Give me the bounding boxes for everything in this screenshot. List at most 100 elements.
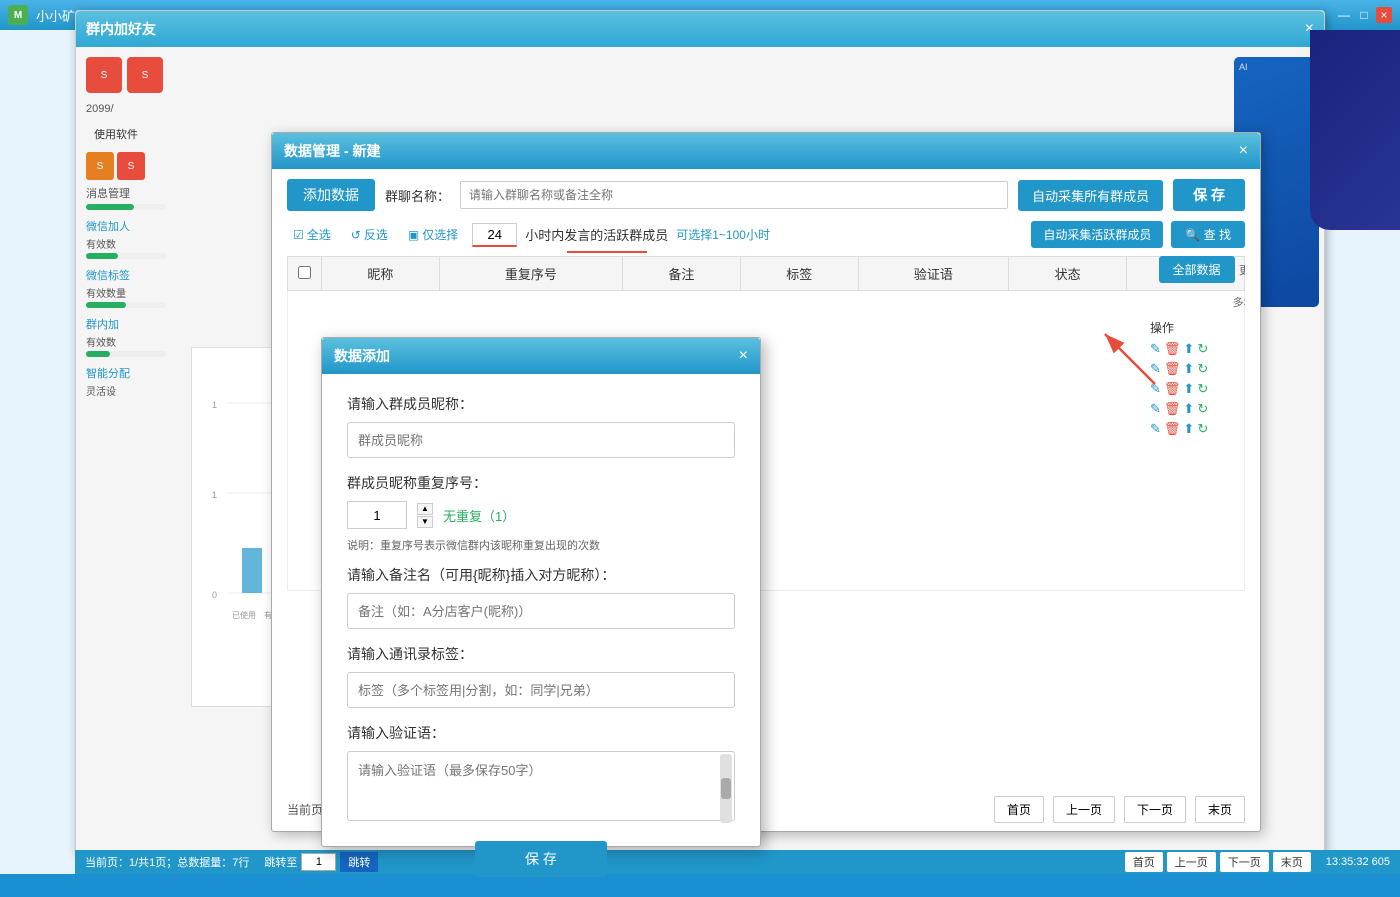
refresh-btn-4[interactable]: ↻ xyxy=(1197,401,1208,417)
delete-btn-2[interactable]: 🗑 xyxy=(1164,361,1181,377)
group-name-input[interactable] xyxy=(460,181,1008,209)
avatar-row: S S xyxy=(86,57,181,93)
red-underline xyxy=(567,251,647,253)
remark-input[interactable] xyxy=(347,593,735,629)
refresh-btn-5[interactable]: ↻ xyxy=(1197,421,1208,437)
bottom-first-btn[interactable]: 首页 xyxy=(1125,852,1163,872)
sidebar-item-use-software[interactable]: 使用软件 xyxy=(86,120,181,148)
edit-btn-1[interactable]: ✎ xyxy=(1150,341,1161,357)
repeat-up-button[interactable]: ▲ xyxy=(417,503,433,515)
col-verify: 验证语 xyxy=(858,257,1008,291)
app-logo: M xyxy=(8,5,28,25)
delete-btn-3[interactable]: 🗑 xyxy=(1164,381,1181,397)
pagination-controls: 首页 上一页 下一页 末页 xyxy=(990,796,1245,823)
hours-input[interactable] xyxy=(472,223,517,247)
repeat-input[interactable] xyxy=(347,501,407,529)
col-nickname: 昵称 xyxy=(322,257,440,291)
invert-button[interactable]: ↺ 反选 xyxy=(345,223,394,246)
right-panel-top: 全部数据 更多> xyxy=(1150,256,1245,311)
sidebar-group-add[interactable]: 群内加 xyxy=(86,316,181,332)
search-button[interactable]: 🔍 查 找 xyxy=(1171,221,1245,248)
data-add-titlebar: 数据添加 × xyxy=(322,338,760,374)
nickname-input[interactable] xyxy=(347,422,735,458)
add-data-button[interactable]: 添加数据 xyxy=(287,179,375,211)
sidebar-msg-label: 消息管理 xyxy=(86,185,181,201)
app-close-button[interactable]: × xyxy=(1376,7,1392,23)
select-all-button[interactable]: ☑ 全选 xyxy=(287,223,337,246)
op-row-2: ✎ 🗑 ⬆ ↻ xyxy=(1150,361,1245,377)
bottom-next-btn[interactable]: 下一页 xyxy=(1220,852,1269,872)
outer-dialog-title-text: 群内加好友 xyxy=(86,19,156,39)
maximize-button[interactable]: □ xyxy=(1356,7,1372,23)
no-repeat-button[interactable]: 无重复（1） xyxy=(443,506,515,525)
sidebar-valid3: 有效数 xyxy=(86,334,181,349)
sidebar-wechat-label[interactable]: 微信标签 xyxy=(86,267,181,283)
tag-input[interactable] xyxy=(347,672,735,708)
refresh-btn-3[interactable]: ↻ xyxy=(1197,381,1208,397)
op-row-3: ✎ 🗑 ⬆ ↻ xyxy=(1150,381,1245,397)
only-select-button[interactable]: ▣ 仅选择 xyxy=(402,223,464,246)
sidebar-progress4 xyxy=(86,351,166,357)
table-header: 昵称 重复序号 备注 标签 验证语 状态 操作 xyxy=(288,257,1245,291)
svg-text:1: 1 xyxy=(212,490,217,500)
upload-btn-2[interactable]: ⬆ xyxy=(1183,361,1194,377)
sidebar-ai[interactable]: 智能分配 xyxy=(86,365,181,381)
nickname-label: 请输入群成员昵称： xyxy=(347,394,735,414)
upload-btn-3[interactable]: ⬆ xyxy=(1183,381,1194,397)
verify-input[interactable] xyxy=(347,751,735,821)
auto-collect-all-button[interactable]: 自动采集所有群成员 xyxy=(1018,180,1163,211)
edit-btn-3[interactable]: ✎ xyxy=(1150,381,1161,397)
bottom-pagination-btns: 首页 上一页 下一页 末页 xyxy=(1125,852,1311,872)
save-button[interactable]: 保 存 xyxy=(1173,179,1245,211)
invert-icon: ↺ xyxy=(351,228,361,242)
select-all-checkbox[interactable] xyxy=(298,266,311,279)
svg-text:1: 1 xyxy=(212,400,217,410)
repeat-down-button[interactable]: ▼ xyxy=(417,516,433,528)
bg-decoration xyxy=(1310,30,1400,230)
sidebar-valid1: 有效数 xyxy=(86,236,181,251)
data-add-title-text: 数据添加 xyxy=(334,346,390,366)
all-data-button[interactable]: 全部数据 xyxy=(1159,256,1235,283)
refresh-btn-2[interactable]: ↻ xyxy=(1197,361,1208,377)
more-link[interactable]: 更多> xyxy=(1233,265,1245,309)
jump-label: 跳转至 xyxy=(264,854,297,870)
repeat-hint: 说明：重复序号表示微信群内该昵称重复出现的次数 xyxy=(347,537,735,553)
svg-text:0: 0 xyxy=(212,590,217,600)
op-section-label: 操作 xyxy=(1150,319,1245,336)
page-counter: 2099/ xyxy=(86,103,181,115)
outer-dialog: 群内加好友 × S S 2099/ 使用软件 S S 消息管理 xyxy=(75,10,1325,855)
svg-text:已使用: 已使用 xyxy=(232,610,256,620)
bottom-prev-btn[interactable]: 上一页 xyxy=(1167,852,1216,872)
op-row-5: ✎ 🗑 ⬆ ↻ xyxy=(1150,421,1245,437)
edit-btn-5[interactable]: ✎ xyxy=(1150,421,1161,437)
upload-btn-5[interactable]: ⬆ xyxy=(1183,421,1194,437)
data-add-close-button[interactable]: × xyxy=(739,347,748,365)
minimize-button[interactable]: — xyxy=(1336,7,1352,23)
data-mgmt-close-button[interactable]: × xyxy=(1239,142,1248,160)
upload-btn-4[interactable]: ⬆ xyxy=(1183,401,1194,417)
prev-page-button[interactable]: 上一页 xyxy=(1053,796,1115,823)
data-mgmt-titlebar: 数据管理 - 新建 × xyxy=(272,133,1260,169)
checkbox-col xyxy=(288,257,322,291)
first-page-button[interactable]: 首页 xyxy=(994,796,1044,823)
sidebar-progress xyxy=(86,204,166,210)
edit-btn-4[interactable]: ✎ xyxy=(1150,401,1161,417)
sidebar-progress-fill2 xyxy=(86,253,118,259)
bottom-last-btn[interactable]: 末页 xyxy=(1273,852,1311,872)
sidebar-flexible: 灵活设 xyxy=(86,383,181,398)
only-icon: ▣ xyxy=(408,228,419,242)
data-add-save-button[interactable]: 保 存 xyxy=(475,841,607,877)
col-remark: 备注 xyxy=(622,257,740,291)
last-page-button[interactable]: 末页 xyxy=(1195,796,1245,823)
time-display: 13:35:32 605 xyxy=(1326,856,1390,868)
delete-btn-1[interactable]: 🗑 xyxy=(1164,341,1181,357)
edit-btn-2[interactable]: ✎ xyxy=(1150,361,1161,377)
sidebar-progress-fill3 xyxy=(86,302,126,308)
auto-collect-active-button[interactable]: 自动采集活跃群成员 xyxy=(1031,221,1163,248)
delete-btn-5[interactable]: 🗑 xyxy=(1164,421,1181,437)
upload-btn-1[interactable]: ⬆ xyxy=(1183,341,1194,357)
refresh-btn-1[interactable]: ↻ xyxy=(1197,341,1208,357)
sidebar-wechat-add[interactable]: 微信加人 xyxy=(86,218,181,234)
next-page-button[interactable]: 下一页 xyxy=(1124,796,1186,823)
delete-btn-4[interactable]: 🗑 xyxy=(1164,401,1181,417)
